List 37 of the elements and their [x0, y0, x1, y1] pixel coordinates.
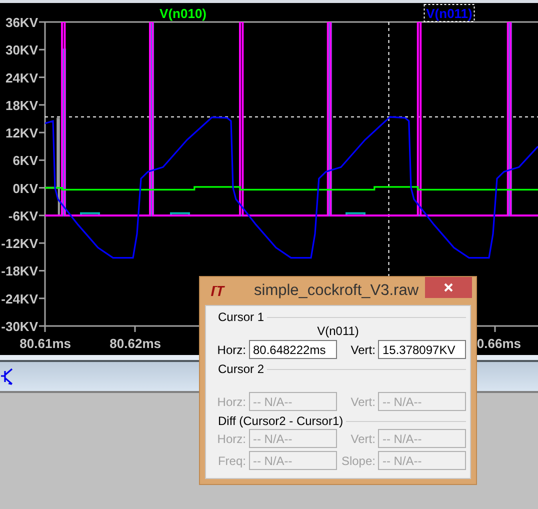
- axis-label: 12KV: [5, 126, 38, 141]
- value-field[interactable]: 80.648222ms: [248, 340, 336, 359]
- axis-label: -12KV: [1, 236, 38, 252]
- axis-label: 18KV: [5, 98, 38, 113]
- field-label: Vert:: [350, 394, 376, 410]
- axis-label: -24KV: [1, 291, 38, 306]
- group-title: Cursor 2: [217, 362, 264, 376]
- field-label: Vert:: [350, 342, 376, 358]
- axis-label: 24KV: [5, 70, 38, 86]
- axis-label: -6KV: [8, 208, 38, 224]
- field-label: Freq:: [216, 452, 246, 470]
- value-field[interactable]: 15.378097KV: [378, 340, 466, 359]
- axis-label: 0KV: [12, 180, 38, 196]
- field-label: Vert:: [350, 430, 376, 448]
- trace-label[interactable]: V(n010): [160, 6, 207, 21]
- close-button[interactable]: [425, 277, 472, 298]
- field-label: Horz:: [216, 394, 246, 410]
- axis-label: 80.61ms: [20, 336, 71, 351]
- trace-label[interactable]: V(n011): [424, 4, 475, 22]
- group-title: Diff (Cursor2 - Cursor1): [217, 414, 344, 428]
- axis-label: -30KV: [1, 319, 38, 334]
- transistor-icon[interactable]: [1, 368, 13, 386]
- axis-label: -18KV: [1, 264, 38, 279]
- axis-label: 30KV: [5, 42, 38, 58]
- field-label: Horz:: [216, 342, 246, 358]
- axis-label: 80.62ms: [110, 336, 161, 351]
- axis-label: 0.66ms: [476, 336, 521, 351]
- cursor-line[interactable]: [45, 116, 538, 118]
- dialog-title: simple_cockroft_V3.raw: [254, 281, 419, 302]
- trace-name: V(n011): [317, 324, 359, 339]
- app-logo-icon: [210, 285, 226, 297]
- field-label: Slope:: [340, 452, 376, 470]
- axis-label: 6KV: [12, 153, 38, 168]
- field-label: Horz:: [216, 430, 246, 448]
- group-title: Cursor 1: [217, 310, 264, 324]
- close-icon: [444, 283, 453, 292]
- axis-label: 36KV: [5, 15, 38, 30]
